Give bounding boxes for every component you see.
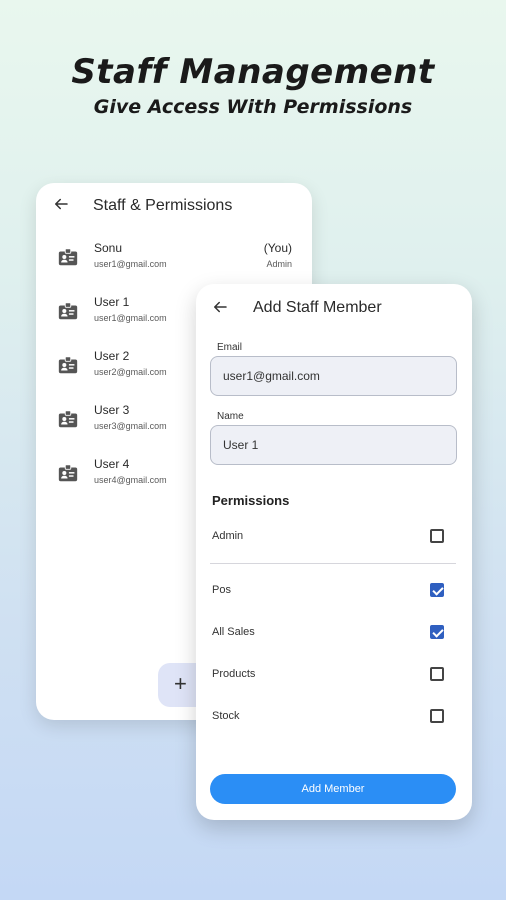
- staff-email: user1@gmail.com: [94, 313, 167, 323]
- staff-email: user2@gmail.com: [94, 367, 167, 377]
- staff-name: User 4: [94, 457, 130, 471]
- products-checkbox[interactable]: [430, 667, 444, 681]
- add-member-button[interactable]: Add Member: [210, 774, 456, 804]
- permission-row-stock[interactable]: Stock: [196, 706, 472, 730]
- promo-subline: Give Access With Permissions: [93, 96, 413, 118]
- staff-name: User 3: [94, 403, 130, 417]
- permission-row-all-sales[interactable]: All Sales: [196, 622, 472, 646]
- email-label: Email: [217, 342, 243, 353]
- staff-name: User 2: [94, 349, 130, 363]
- staff-email: user1@gmail.com: [94, 259, 167, 269]
- staff-name: Sonu: [94, 241, 123, 255]
- permission-row-products[interactable]: Products: [196, 664, 472, 688]
- permission-row-admin[interactable]: Admin: [196, 526, 472, 550]
- permission-label: Products: [212, 668, 256, 680]
- permissions-heading: Permissions: [212, 493, 290, 508]
- staff-name: User 1: [94, 295, 130, 309]
- staff-role: Admin: [266, 259, 292, 269]
- pos-checkbox[interactable]: [430, 583, 444, 597]
- name-label: Name: [217, 411, 244, 422]
- promo-headline: Staff Management: [71, 52, 435, 92]
- current-user-tag: (You): [263, 241, 292, 255]
- arrow-left-icon[interactable]: [52, 195, 70, 213]
- staff-row[interactable]: Sonu user1@gmail.com (You) Admin: [36, 239, 312, 289]
- staff-list-header: Staff & Permissions: [36, 183, 312, 229]
- staff-email: user3@gmail.com: [94, 421, 167, 431]
- id-badge-icon: [58, 356, 78, 374]
- arrow-left-icon[interactable]: [211, 298, 229, 316]
- divider: [210, 563, 456, 564]
- admin-checkbox[interactable]: [430, 529, 444, 543]
- page-title: Add Staff Member: [253, 299, 382, 316]
- id-badge-icon: [58, 248, 78, 266]
- all-sales-checkbox[interactable]: [430, 625, 444, 639]
- add-staff-screen: Add Staff Member Email user1@gmail.com N…: [196, 284, 472, 820]
- permission-label: All Sales: [212, 626, 255, 638]
- staff-email: user4@gmail.com: [94, 475, 167, 485]
- stock-checkbox[interactable]: [430, 709, 444, 723]
- page-title: Staff & Permissions: [93, 197, 233, 214]
- name-field[interactable]: User 1: [210, 425, 457, 465]
- permission-label: Admin: [212, 530, 244, 542]
- id-badge-icon: [58, 302, 78, 320]
- permission-row-pos[interactable]: Pos: [196, 580, 472, 604]
- id-badge-icon: [58, 464, 78, 482]
- email-field[interactable]: user1@gmail.com: [210, 356, 457, 396]
- id-badge-icon: [58, 410, 78, 428]
- permission-label: Pos: [212, 584, 231, 596]
- permission-label: Stock: [212, 710, 240, 722]
